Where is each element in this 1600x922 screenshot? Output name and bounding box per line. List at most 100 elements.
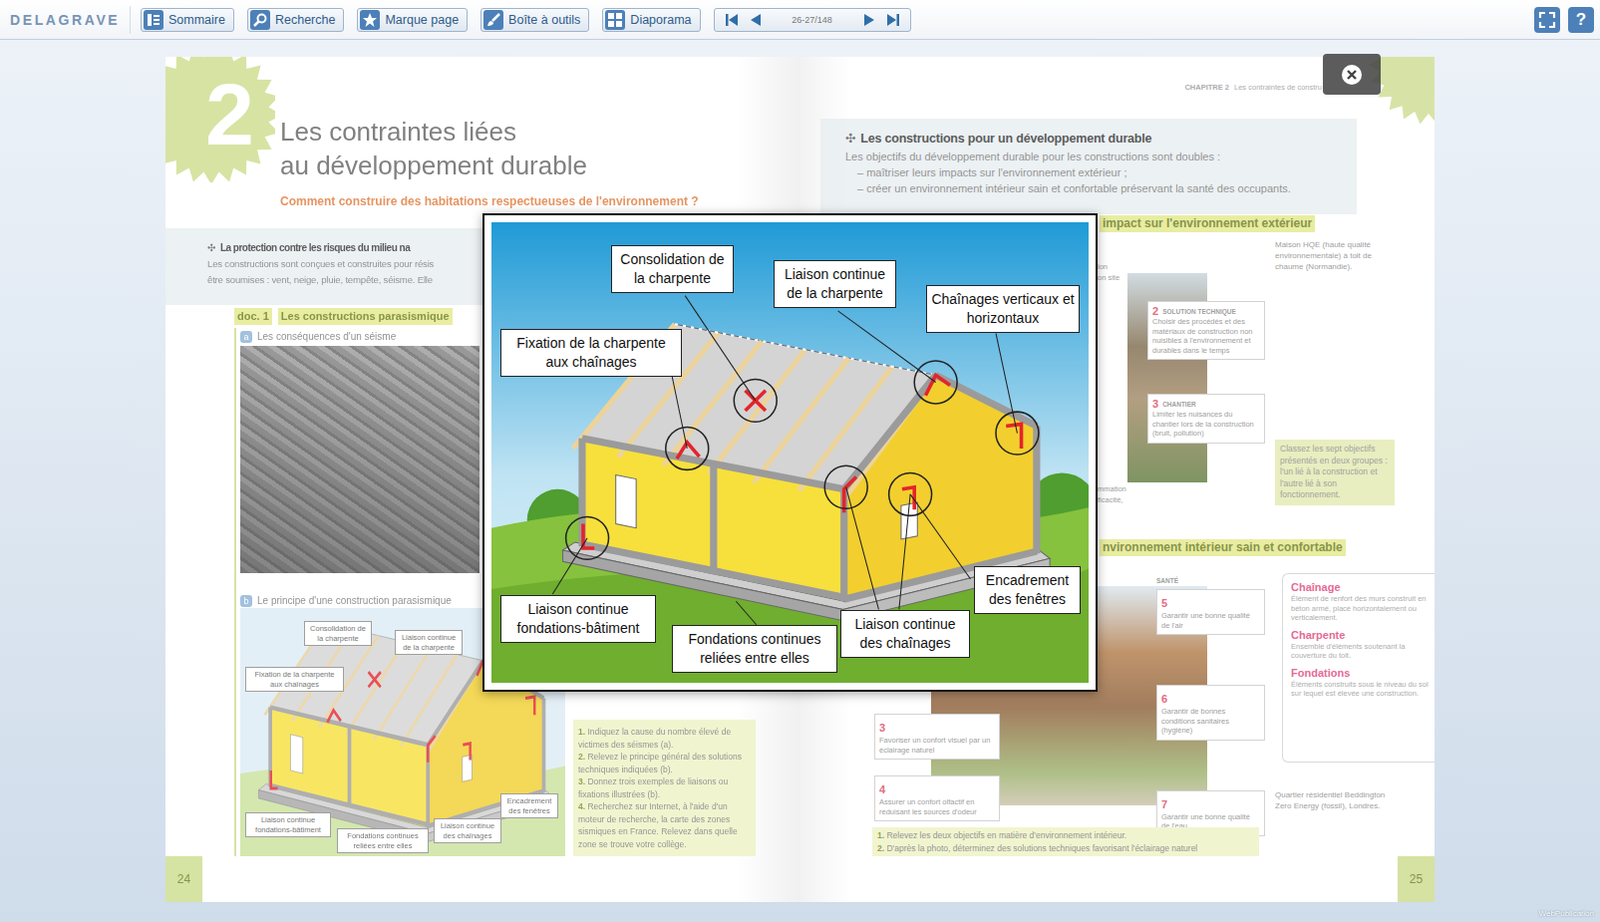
diagram-label: Fixation de la charpente aux chaînages bbox=[245, 666, 344, 692]
toolbar-button[interactable]: Recherche bbox=[247, 7, 344, 32]
fullscreen-icon bbox=[1538, 10, 1557, 29]
toolbar-button-label: Marque page bbox=[384, 12, 459, 27]
truss bbox=[798, 366, 893, 492]
objective-box: 3CHANTIERLimiter les nuisances du chanti… bbox=[1147, 393, 1266, 444]
leader-line bbox=[684, 296, 756, 401]
question: 1. Relevez les deux objectifs en matière… bbox=[877, 829, 1255, 843]
category-label: SANTÉ bbox=[1156, 577, 1266, 585]
objective-box: 6Garantir de bonnes conditions sanitaire… bbox=[1156, 684, 1266, 741]
leader-line bbox=[846, 487, 880, 611]
diagram-label: Encadrement des fenêtres bbox=[500, 793, 559, 819]
chaining bbox=[709, 463, 717, 572]
tie-mark bbox=[427, 735, 435, 762]
star-icon bbox=[359, 9, 380, 30]
section-band: ✣Les constructions pour un développement… bbox=[820, 118, 1357, 216]
diagram-label: Liaison continue des chaînages bbox=[840, 610, 970, 658]
grid-icon bbox=[605, 9, 626, 30]
cut-text: ion bbox=[1097, 261, 1128, 273]
tie-mark bbox=[745, 390, 766, 411]
tie-mark bbox=[583, 524, 595, 550]
page-number: 24 bbox=[165, 856, 203, 903]
tie-mark bbox=[745, 390, 766, 411]
first-page-icon bbox=[723, 11, 740, 28]
leader-line bbox=[838, 311, 937, 383]
publisher-logo[interactable]: DELAGRAVE bbox=[9, 5, 131, 34]
leader-line bbox=[910, 494, 970, 580]
diagram-label: Consolidation de la charpente bbox=[611, 245, 734, 294]
glossary-entry: CharpenteEnsemble d'éléments soutenant l… bbox=[1290, 628, 1429, 661]
photo-caption: Quartier résidentiel Beddington Zero Ene… bbox=[1275, 789, 1393, 812]
last-page-button[interactable] bbox=[882, 10, 905, 29]
image-lightbox: Consolidation de la charpente Liaison con… bbox=[482, 213, 1098, 692]
next-page-button[interactable] bbox=[858, 10, 881, 29]
diagram-label: Chaînages verticaux et horizontaux bbox=[926, 285, 1080, 333]
close-icon bbox=[1340, 63, 1363, 86]
close-button[interactable] bbox=[1322, 53, 1381, 95]
toolbar-button[interactable]: Diaporama bbox=[602, 7, 700, 32]
tie-mark bbox=[902, 487, 915, 510]
objective-box: 2SOLUTION TECHNIQUEChoisir des procédés … bbox=[1147, 301, 1266, 360]
photo-caption: Maison HQE (haute qualité environnementa… bbox=[1275, 239, 1395, 273]
truss bbox=[345, 641, 404, 734]
toolbar-buttons: Sommaire Recherche Marque page Boîte à outi… bbox=[140, 7, 701, 32]
toolbar-button[interactable]: Marque page bbox=[356, 7, 468, 32]
window bbox=[290, 734, 303, 774]
truss bbox=[844, 374, 937, 500]
diagram-label: Liaison continue fondations-bâtiment bbox=[500, 595, 656, 643]
help-button[interactable]: ? bbox=[1568, 6, 1595, 33]
tie-mark bbox=[368, 671, 381, 687]
question: 1. Indiquez la cause du nombre élevé de … bbox=[578, 725, 751, 751]
tie-mark bbox=[525, 696, 535, 715]
chapter-question: Comment construire des habitations respe… bbox=[280, 194, 699, 210]
leader-line bbox=[995, 332, 1017, 433]
section-heading: ✣Les constructions pour un développement… bbox=[845, 128, 1357, 149]
page-indicator[interactable]: 26-27/148 bbox=[768, 14, 857, 25]
section-list-item: – créer un environnement intérieur sain … bbox=[845, 180, 1357, 197]
diagram-label: Consolidation de la charpente bbox=[304, 621, 372, 646]
glossary-entry: ChaînageÉlément de renfort des murs cons… bbox=[1290, 580, 1429, 624]
first-page-button[interactable] bbox=[720, 10, 743, 29]
chapter-header: 2Les contraintes liéesau développement d… bbox=[165, 56, 801, 225]
previous-page-icon bbox=[747, 11, 764, 28]
chaining bbox=[844, 374, 937, 489]
question: 2. Relevez le principe général des solut… bbox=[578, 750, 751, 776]
question: 2. D'après la photo, déterminez des solu… bbox=[877, 842, 1255, 856]
fullscreen-button[interactable] bbox=[1534, 6, 1561, 33]
contents-icon bbox=[143, 9, 164, 30]
truss bbox=[427, 660, 483, 753]
publisher-watermark: WebPublication bbox=[1539, 909, 1595, 919]
tie-mark bbox=[925, 374, 951, 395]
tie-mark bbox=[462, 743, 470, 761]
page-number: 25 bbox=[1397, 856, 1435, 903]
toolbar-button[interactable]: Boîte à outils bbox=[480, 7, 590, 32]
chapter-title: Les contraintes liéesau développement du… bbox=[280, 114, 699, 183]
truss bbox=[708, 349, 806, 475]
chaining bbox=[347, 725, 352, 806]
diagram-label: Liaison continue des chaînages bbox=[433, 818, 502, 844]
question: 3. Donnez trois exemples de liaisons ou … bbox=[578, 775, 751, 801]
leader-line bbox=[552, 538, 588, 595]
toolbar-button-label: Diaporama bbox=[630, 12, 691, 27]
chaining bbox=[936, 374, 1037, 426]
tie-mark bbox=[271, 770, 279, 789]
brush-icon bbox=[483, 9, 504, 30]
tie-mark bbox=[676, 442, 699, 459]
last-page-icon bbox=[885, 11, 902, 28]
diagram-label: Fixation de la charpente aux chaînages bbox=[500, 328, 682, 377]
previous-page-button[interactable] bbox=[744, 10, 767, 29]
cut-text: on site bbox=[1097, 272, 1128, 284]
earthquake-photo bbox=[240, 345, 480, 574]
objective-box: 3Favoriser un confort visuel par un écla… bbox=[874, 713, 1000, 760]
house-diagram: Consolidation de la charpente Liaison con… bbox=[491, 222, 1089, 683]
cut-text: ficacité, bbox=[1097, 494, 1128, 506]
ridge bbox=[674, 323, 937, 375]
diagram-label: Fondations continues reliées entre elles bbox=[671, 625, 838, 673]
exercise-note: Classez les sept objectifs présentés en … bbox=[1275, 439, 1395, 506]
cut-text: mmation bbox=[1097, 483, 1128, 495]
toolbar: DELAGRAVE Sommaire Recherche Marque page Boî… bbox=[0, 0, 1600, 40]
questions-box: 1. Relevez les deux objectifs en matière… bbox=[872, 827, 1260, 857]
objective-box: 4Assurer un confort olfactif en réduisan… bbox=[874, 775, 1000, 822]
toolbar-button[interactable]: Sommaire bbox=[140, 7, 235, 32]
highlight-circle bbox=[733, 378, 777, 422]
leader-line bbox=[671, 374, 687, 449]
